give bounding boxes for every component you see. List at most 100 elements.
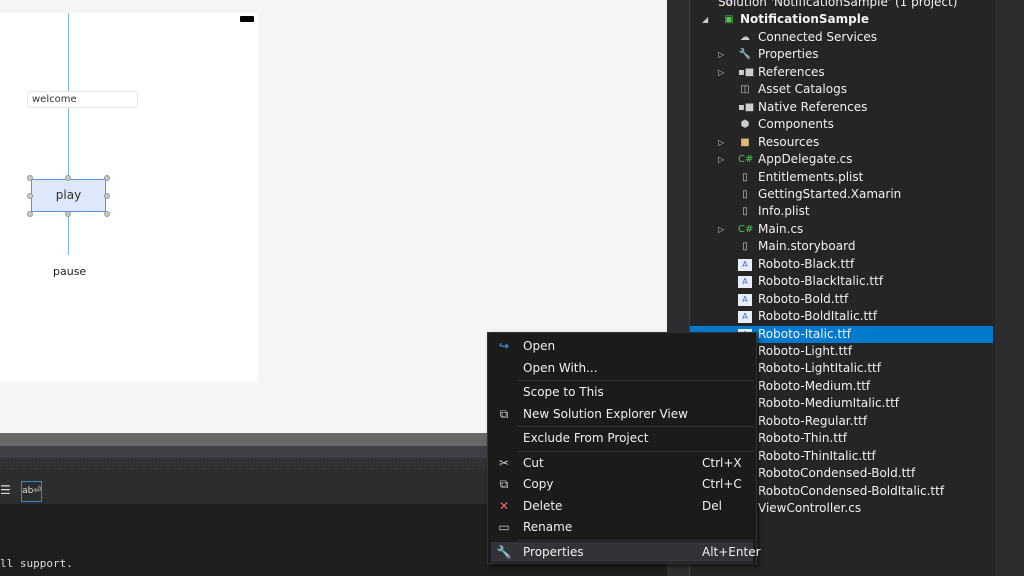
tree-item-label: Entitlements.plist (758, 169, 864, 184)
menu-item-label: Scope to This (523, 385, 604, 399)
component-icon: ⬢ (740, 119, 750, 131)
resize-handle[interactable] (27, 175, 33, 181)
menu-item-label: Open With... (523, 360, 598, 375)
menu-item-rename[interactable]: ▭ Rename (491, 517, 753, 537)
resize-handle[interactable] (27, 193, 33, 199)
resize-handle[interactable] (65, 211, 71, 217)
tree-item[interactable]: ◫ Asset Catalogs (690, 81, 993, 98)
menu-separator (518, 426, 754, 427)
tree-item[interactable]: ▯ GettingStarted.Xamarin (690, 186, 993, 203)
menu-item-scope-to-this[interactable]: Scope to This (491, 382, 753, 402)
welcome-text-field[interactable]: welcome (27, 91, 138, 108)
battery-icon (240, 16, 254, 22)
tree-item[interactable]: ▯ Entitlements.plist (690, 169, 993, 186)
pause-button[interactable]: pause (53, 265, 86, 278)
tree-item-label: RobotoCondensed-BoldItalic.ttf (758, 483, 945, 498)
tree-item-label: Roboto-BoldItalic.ttf (758, 309, 878, 324)
tree-item-label: NotificationSample (740, 12, 869, 27)
tree-item[interactable]: A Roboto-Black.ttf (690, 256, 993, 273)
resize-handle[interactable] (104, 193, 110, 199)
expand-arrow-icon[interactable]: ▷ (718, 134, 728, 151)
tree-item[interactable]: ▷ C# Main.cs (690, 221, 993, 238)
menu-item-cut[interactable]: ✂ Cut Ctrl+X (491, 453, 753, 473)
csharp-file-icon: C# (738, 223, 754, 235)
tree-item-label: RobotoCondensed-Bold.ttf (758, 466, 916, 481)
play-button[interactable]: play (31, 179, 106, 212)
tree-item[interactable]: ▷ ▪■ References (690, 64, 993, 81)
resize-handle[interactable] (104, 211, 110, 217)
csharp-file-icon: C# (738, 154, 754, 166)
menu-item-label: Delete (523, 498, 563, 513)
tree-item[interactable]: A Roboto-Bold.ttf (690, 291, 993, 308)
menu-item-open[interactable]: ↪ Open (491, 336, 753, 356)
expand-arrow-icon[interactable]: ▷ (718, 151, 728, 168)
tree-item[interactable]: ▷ 🔧 Properties (690, 46, 993, 63)
tree-item-label: Main.storyboard (758, 239, 856, 254)
tree-item-label: Roboto-Thin.ttf (758, 431, 847, 446)
resize-handle[interactable] (104, 175, 110, 181)
expand-arrow-icon[interactable]: ▷ (718, 46, 728, 63)
tree-item[interactable]: ⬢ Components (690, 116, 993, 133)
menu-item-delete[interactable]: ✕ Delete Del (491, 496, 753, 516)
tree-item-label: Connected Services (758, 29, 878, 44)
tree-item[interactable]: ☁ Connected Services (690, 29, 993, 46)
tree-item-label: Main.cs (758, 221, 804, 236)
tree-item-label: Resources (758, 134, 820, 149)
menu-item-exclude-from-project[interactable]: Exclude From Project (491, 428, 753, 448)
tree-item[interactable]: ▷ C# AppDelegate.cs (690, 151, 993, 168)
wrench-icon: 🔧 (496, 544, 512, 559)
context-menu[interactable]: ↪ Open Open With... Scope to This ⧉ New Solut… (487, 332, 761, 564)
references-icon: ▪■ (738, 101, 755, 113)
tree-item[interactable]: ◢ ▣ NotificationSample (690, 11, 993, 28)
right-tab-strip (995, 0, 1024, 576)
menu-separator (518, 539, 754, 541)
menu-item-label: Copy (523, 477, 554, 491)
tree-item[interactable]: ▯ Main.storyboard (690, 238, 993, 255)
file-icon: ▯ (742, 241, 748, 253)
menu-separator (518, 450, 754, 452)
tree-item[interactable]: ⧉ Solution 'NotificationSample' (1 projec… (690, 0, 993, 11)
file-icon: ▯ (742, 171, 748, 183)
collapse-arrow-icon[interactable]: ◢ (702, 11, 712, 28)
menu-item-open-with[interactable]: Open With... (491, 358, 753, 378)
tree-item[interactable]: ▷ ■ Resources (690, 134, 993, 151)
menu-item-new-solution-explorer-view[interactable]: ⧉ New Solution Explorer View (491, 404, 753, 424)
menu-item-shortcut: Ctrl+C (702, 477, 742, 491)
menu-separator (518, 380, 754, 381)
tree-item-label: Roboto-Light.ttf (758, 344, 853, 358)
tree-item-label: Properties (758, 47, 819, 62)
clear-list-icon[interactable]: ☰ (0, 483, 11, 497)
menu-item-label: Exclude From Project (523, 431, 649, 445)
tree-item-label: Roboto-ThinItalic.ttf (758, 448, 876, 463)
expand-arrow-icon[interactable]: ▷ (718, 221, 728, 238)
tree-item-label: Roboto-Black.ttf (758, 256, 855, 271)
wrench-icon: 🔧 (738, 49, 752, 61)
file-icon: ▯ (742, 206, 748, 218)
menu-item-copy[interactable]: ⧉ Copy Ctrl+C (491, 474, 753, 494)
resize-handle[interactable] (27, 211, 33, 217)
tree-item-label: ViewController.cs (758, 501, 862, 516)
tree-item-label: References (758, 64, 825, 79)
tree-item-label: Roboto-Regular.ttf (758, 413, 868, 428)
asset-catalog-icon: ◫ (740, 84, 750, 96)
tree-item-label: Roboto-Bold.ttf (758, 291, 849, 306)
menu-item-shortcut: Del (702, 498, 722, 513)
tree-item[interactable]: ▪■ Native References (690, 99, 993, 116)
tree-item-label: AppDelegate.cs (758, 152, 853, 167)
menu-item-shortcut: Ctrl+X (702, 455, 742, 470)
tree-item-label: Roboto-Medium.ttf (758, 378, 871, 393)
tree-item-label: Roboto-MediumItalic.ttf (758, 396, 899, 411)
resize-handle[interactable] (65, 175, 71, 181)
tree-item[interactable]: A Roboto-BoldItalic.ttf (690, 308, 993, 325)
menu-item-label: Properties (523, 544, 584, 559)
tree-item[interactable]: A Roboto-BlackItalic.ttf (690, 273, 993, 290)
output-text: ll support. (0, 557, 73, 570)
word-wrap-button[interactable]: ab⏎ (21, 481, 42, 502)
menu-item-properties[interactable]: 🔧 Properties Alt+Enter (491, 541, 761, 562)
expand-arrow-icon[interactable]: ▷ (718, 64, 728, 81)
tree-item[interactable]: ▯ Info.plist (690, 203, 993, 220)
delete-x-icon: ✕ (498, 498, 510, 513)
font-file-icon: A (738, 311, 752, 324)
menu-item-label: Rename (523, 520, 573, 534)
folder-icon: ■ (740, 136, 750, 148)
